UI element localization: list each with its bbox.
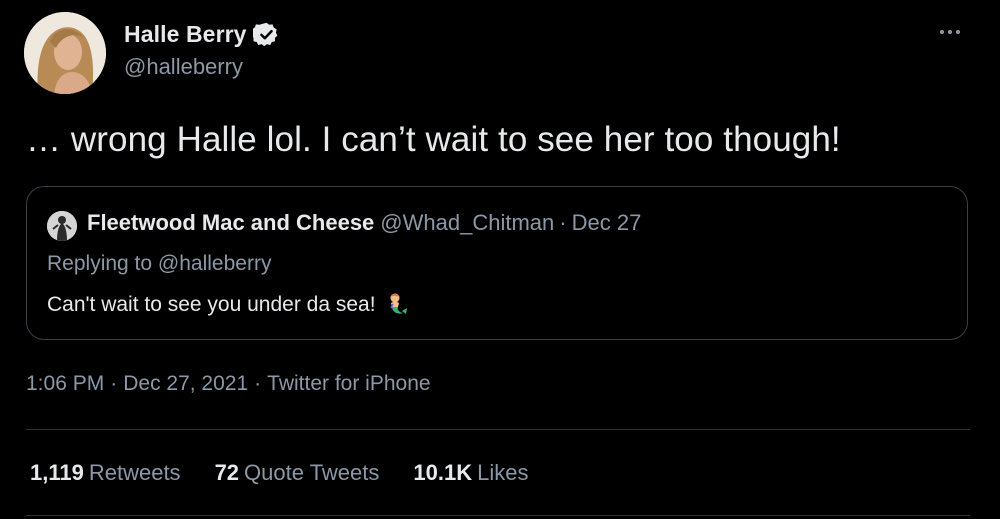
quoted-tweet-text: Can't wait to see you under da sea!: [47, 293, 376, 316]
likes-stat[interactable]: 10.1K Likes: [413, 460, 528, 486]
separator-dot: ·: [254, 372, 262, 395]
tweet-meta: 1:06 PM · Dec 27, 2021 · Twitter for iPh…: [26, 372, 431, 396]
retweets-label: Retweets: [88, 460, 181, 485]
verified-badge-icon: [250, 21, 280, 48]
quoted-tweet-date[interactable]: Dec 27: [572, 210, 642, 236]
tweet-time[interactable]: 1:06 PM: [26, 372, 104, 396]
author-display-name[interactable]: Halle Berry: [124, 21, 247, 48]
separator-dot: ·: [110, 372, 118, 395]
tweet-card: Halle Berry @halleberry … wrong Halle lo…: [0, 0, 1000, 519]
retweets-stat[interactable]: 1,119 Retweets: [30, 460, 181, 486]
quote-tweets-count: 72: [214, 460, 240, 485]
more-options-icon[interactable]: [940, 20, 960, 44]
mermaid-emoji-icon: [384, 292, 410, 318]
quoted-author-avatar[interactable]: [47, 211, 77, 241]
tweet-text: … wrong Halle lol. I can’t wait to see h…: [26, 120, 841, 159]
quoted-author-name[interactable]: Fleetwood Mac and Cheese: [87, 210, 374, 236]
replying-to-mention[interactable]: @halleberry: [158, 252, 272, 275]
quote-tweets-stat[interactable]: 72 Quote Tweets: [215, 460, 380, 486]
tweet-date[interactable]: Dec 27, 2021: [123, 372, 248, 396]
author-avatar[interactable]: [24, 12, 106, 94]
divider: [26, 429, 970, 430]
tweet-source[interactable]: Twitter for iPhone: [267, 372, 430, 396]
tweet-stats: 1,119 Retweets 72 Quote Tweets 10.1K Likes: [30, 460, 562, 486]
replying-to-label: Replying to: [47, 252, 153, 275]
retweets-count: 1,119: [30, 460, 84, 485]
author-handle[interactable]: @halleberry: [124, 54, 243, 80]
divider: [26, 515, 970, 516]
quoted-tweet-header: Fleetwood Mac and Cheese @Whad_Chitman ·…: [87, 210, 641, 236]
separator-dot: ·: [559, 210, 567, 235]
replying-to-line: Replying to @halleberry: [47, 252, 271, 276]
quoted-tweet[interactable]: Fleetwood Mac and Cheese @Whad_Chitman ·…: [26, 186, 968, 340]
quoted-tweet-text-row: Can't wait to see you under da sea!: [47, 292, 410, 318]
likes-label: Likes: [477, 460, 529, 485]
quoted-author-handle[interactable]: @Whad_Chitman: [380, 210, 554, 236]
quote-tweets-label: Quote Tweets: [244, 460, 380, 485]
author-name-row: Halle Berry: [124, 19, 280, 49]
likes-count: 10.1K: [413, 460, 473, 485]
